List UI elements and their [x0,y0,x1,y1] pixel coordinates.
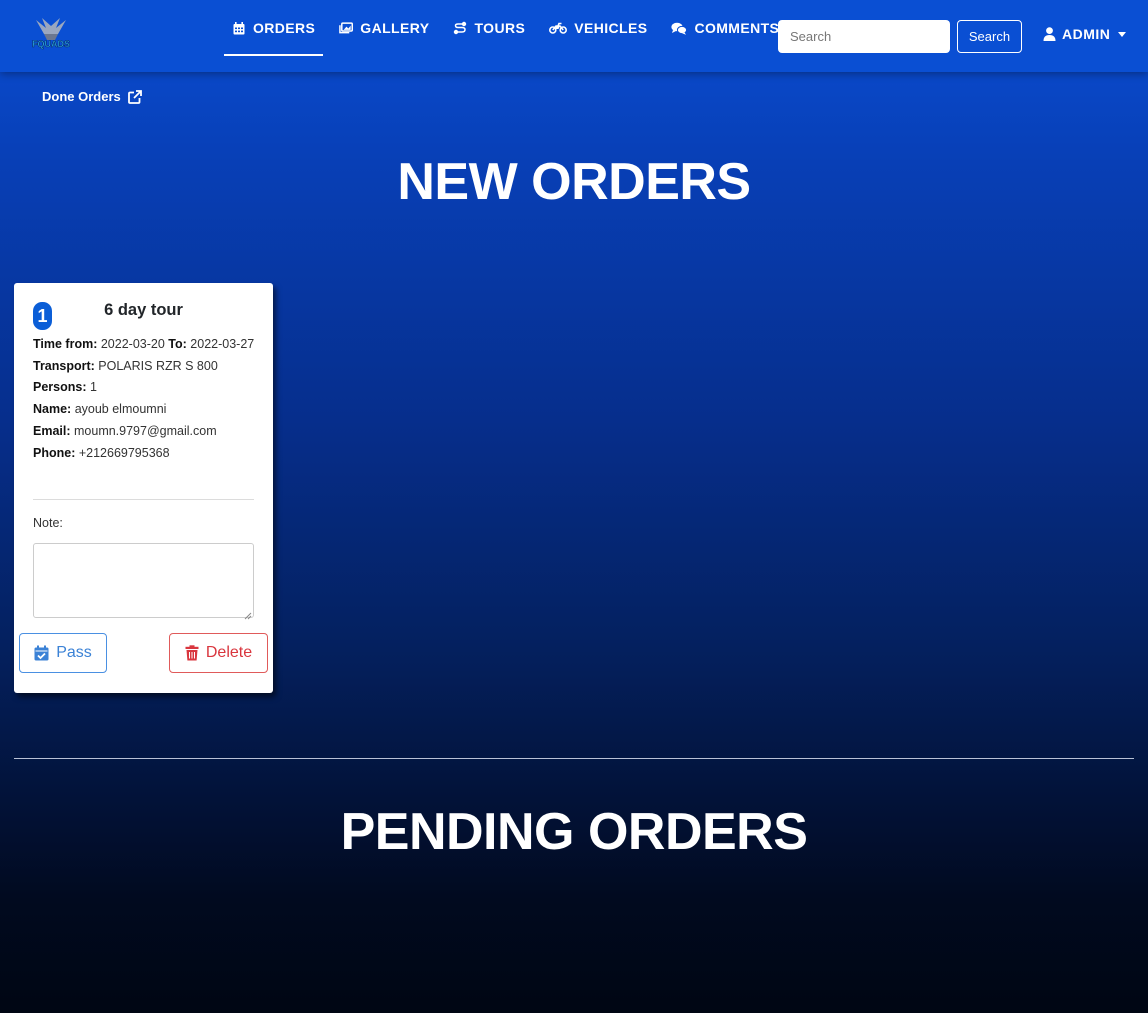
nav-vehicles-label: VEHICLES [574,20,648,36]
calendar-icon [232,21,246,35]
external-link-icon [127,89,142,104]
comments-icon [671,21,688,35]
time-from-value: 2022-03-20 [100,337,165,351]
brand-logo[interactable]: FQUADS [28,16,74,52]
phone-value: +212669795368 [78,445,170,460]
nav-orders-label: ORDERS [253,20,316,36]
calendar-check-icon [34,645,49,661]
chevron-down-icon [1118,31,1127,37]
persons-value: 1 [89,380,97,395]
nav-gallery-label: GALLERY [360,20,430,36]
nav-tours[interactable]: TOURS [445,0,533,56]
images-icon [339,21,354,35]
transport-label: Transport: [33,358,95,373]
time-to-value: 2022-03-27 [190,337,255,351]
pass-button[interactable]: Pass [19,633,107,673]
order-phone-row: Phone: +212669795368 [33,443,258,465]
name-label: Name: [33,402,72,417]
motorcycle-icon [549,21,568,35]
time-to-label: To: [168,337,187,351]
email-value: moumn.9797@gmail.com [74,423,217,438]
search-input[interactable] [778,20,950,53]
note-textarea[interactable] [33,543,254,618]
order-name-row: Name: ayoub elmoumni [33,399,258,421]
logo-text: FQUADS [32,39,70,49]
navbar: FQUADS ORDERS GALLERY TOURS VEHICLES COM… [0,0,1148,72]
admin-label: ADMIN [1062,26,1111,42]
email-label: Email: [33,423,71,438]
time-from-label: Time from: [33,337,98,351]
section-divider [14,758,1134,759]
pending-orders-heading: PENDING ORDERS [340,803,808,861]
delete-button-label: Delete [205,644,253,661]
nav-tours-label: TOURS [474,20,526,36]
user-icon [1043,27,1056,41]
admin-user-menu[interactable]: ADMIN [1043,26,1127,42]
order-title: 6 day tour [104,301,183,319]
nav-comments-label: COMMENTS [694,20,780,36]
main-nav: ORDERS GALLERY TOURS VEHICLES COMMENTS [224,0,795,72]
note-label: Note: [33,516,63,530]
nav-gallery[interactable]: GALLERY [331,0,437,56]
route-icon [453,21,467,35]
done-orders-link[interactable]: Done Orders [42,89,142,104]
pass-button-label: Pass [56,644,92,661]
card-divider [33,499,254,500]
persons-label: Persons: [33,380,87,395]
transport-value: POLARIS RZR S 800 [98,358,218,373]
delete-button[interactable]: Delete [169,633,268,673]
order-time-row: Time from: 2022-03-20 To: 2022-03-27 [33,334,258,356]
new-orders-heading: NEW ORDERS [397,153,751,211]
order-email-row: Email: moumn.9797@gmail.com [33,421,258,443]
nav-vehicles[interactable]: VEHICLES [541,0,655,56]
order-details: Time from: 2022-03-20 To: 2022-03-27 Tra… [33,334,258,464]
order-card: 1 6 day tour Time from: 2022-03-20 To: 2… [14,283,273,693]
done-orders-label: Done Orders [42,89,121,104]
nav-comments[interactable]: COMMENTS [663,0,787,56]
order-transport-row: Transport: POLARIS RZR S 800 [33,356,258,378]
phone-label: Phone: [33,445,76,460]
resize-grip-icon[interactable] [244,607,252,620]
name-value: ayoub elmoumni [74,402,167,417]
search-button[interactable]: Search [957,20,1022,53]
nav-orders[interactable]: ORDERS [224,0,324,56]
order-persons-row: Persons: 1 [33,377,258,399]
trash-icon [185,645,199,661]
